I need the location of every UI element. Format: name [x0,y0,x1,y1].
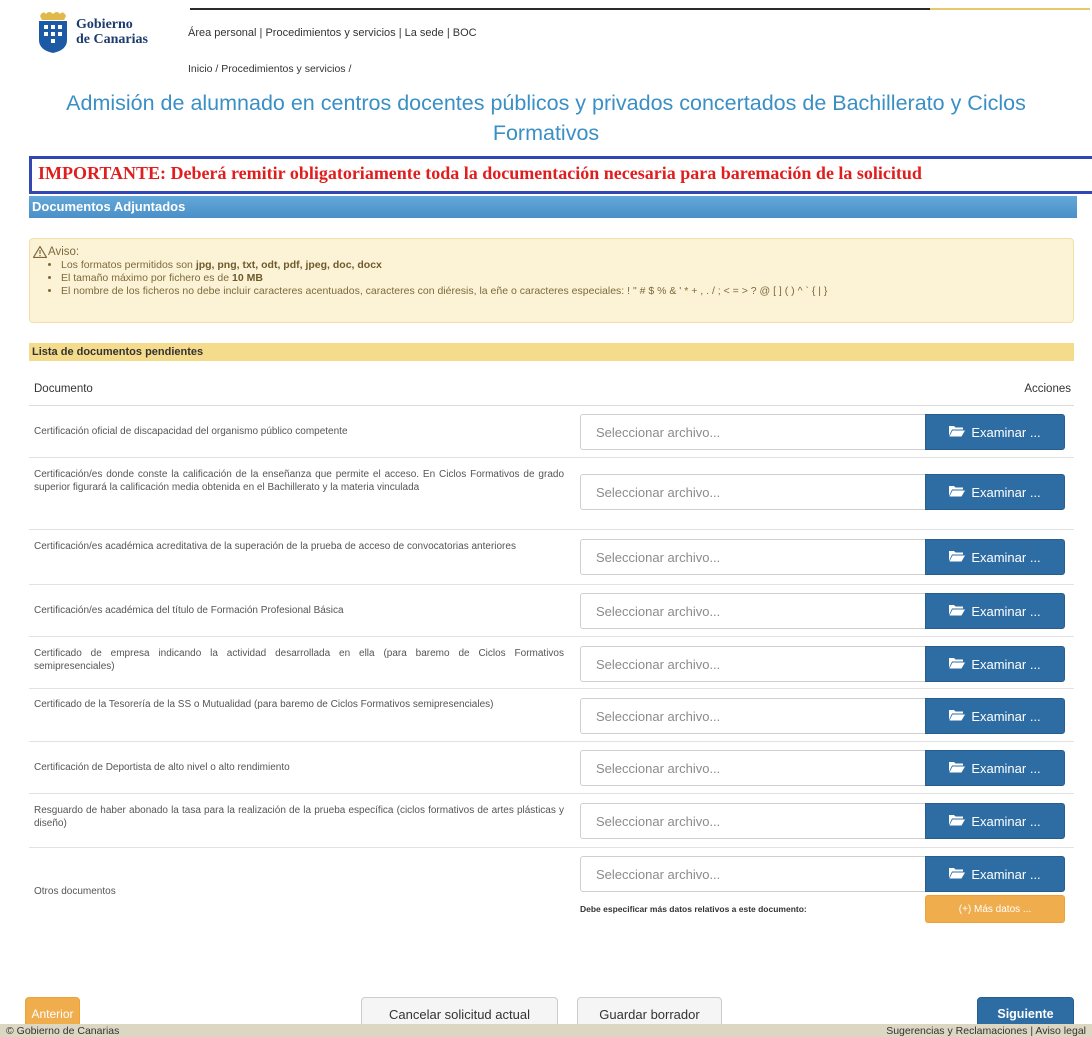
top-navigation[interactable]: Área personal | Procedimientos y servici… [188,27,477,39]
folder-open-icon [949,657,966,672]
browse-label: Examinar ... [971,866,1041,882]
folder-open-icon [949,761,966,776]
brand-text: Gobierno de Canarias [76,17,148,47]
browse-button[interactable]: Examinar ... [925,698,1065,734]
folder-open-icon [949,550,966,565]
warning-icon [32,245,48,259]
document-description: Otros documentos [34,886,116,897]
browse-label: Examinar ... [971,813,1041,829]
document-description: Certificación/es académica del título de… [34,605,344,616]
browse-label: Examinar ... [971,603,1041,619]
table-row: Certificado de la Tesorería de la SS o M… [29,689,1074,742]
file-input[interactable]: Seleccionar archivo... [580,593,926,629]
breadcrumb[interactable]: Inicio / Procedimientos y servicios / [188,63,351,75]
file-input[interactable]: Seleccionar archivo... [580,856,926,892]
brand-line-1: Gobierno [76,17,133,32]
alert-title-text: Aviso: [48,246,80,258]
pending-documents-table: Documento Acciones Certificación oficial… [29,372,1074,938]
browse-button[interactable]: Examinar ... [925,750,1065,786]
alert-item-formats-bold: jpg, png, txt, odt, pdf, jpeg, doc, docx [195,259,382,271]
browse-button[interactable]: Examinar ... [925,539,1065,575]
important-notice: IMPORTANTE: Deberá remitir obligatoriame… [29,156,1092,194]
alert-item-names-text: El nombre de los ficheros no debe inclui… [61,285,828,297]
alert-item-formats: Los formatos permitidos son jpg, png, tx… [61,259,1073,272]
table-row: Resguardo de haber abonado la tasa para … [29,794,1074,848]
brand-line-2: de Canarias [76,32,148,47]
document-description: Certificación oficial de discapacidad de… [34,426,348,437]
documents-section-header: Documentos Adjuntados [29,196,1077,218]
gobierno-logo[interactable]: Gobierno de Canarias [36,10,148,54]
alert-item-size-bold: 10 MB [232,272,263,284]
footer: © Gobierno de Canarias Sugerencias y Rec… [0,1024,1092,1037]
file-input[interactable]: Seleccionar archivo... [580,646,926,682]
folder-open-icon [949,709,966,724]
alert-list: Los formatos permitidos son jpg, png, tx… [61,259,1073,298]
document-description: Certificación/es donde conste la calific… [34,469,564,493]
browse-button[interactable]: Examinar ... [925,646,1065,682]
browse-label: Examinar ... [971,549,1041,565]
file-input[interactable]: Seleccionar archivo... [580,539,926,575]
file-input[interactable]: Seleccionar archivo... [580,803,926,839]
table-row: Certificación/es académica del título de… [29,585,1074,637]
folder-open-icon [949,814,966,829]
browse-button[interactable]: Examinar ... [925,856,1065,892]
column-document: Documento [34,382,93,395]
folder-open-icon [949,425,966,440]
document-description: Resguardo de haber abonado la tasa para … [34,805,564,829]
coat-of-arms-icon [36,10,70,54]
alert-title: Aviso: [32,245,1073,259]
folder-open-icon [949,604,966,619]
document-description: Certificación de Deportista de alto nive… [34,762,290,773]
alert-item-size: El tamaño máximo por fichero es de 10 MB [61,272,1073,285]
page-title: Admisión de alumnado en centros docentes… [66,91,1026,145]
file-input[interactable]: Seleccionar archivo... [580,698,926,734]
warning-alert: Aviso: Los formatos permitidos son jpg, … [29,238,1074,323]
alert-item-names: El nombre de los ficheros no debe inclui… [61,285,1073,298]
alert-item-formats-text: Los formatos permitidos son [61,259,196,271]
folder-open-icon [949,867,966,882]
file-input[interactable]: Seleccionar archivo... [580,474,926,510]
table-row: Certificación/es académica acreditativa … [29,530,1074,585]
table-row: Certificación oficial de discapacidad de… [29,406,1074,458]
browse-button[interactable]: Examinar ... [925,593,1065,629]
file-input[interactable]: Seleccionar archivo... [580,750,926,786]
browse-label: Examinar ... [971,424,1041,440]
browse-label: Examinar ... [971,708,1041,724]
browse-label: Examinar ... [971,760,1041,776]
browse-button[interactable]: Examinar ... [925,803,1065,839]
table-row: Certificación/es donde conste la calific… [29,458,1074,530]
pending-documents-header: Lista de documentos pendientes [29,343,1074,361]
browse-button[interactable]: Examinar ... [925,414,1065,450]
table-row: Certificación de Deportista de alto nive… [29,742,1074,794]
table-header: Documento Acciones [29,372,1074,406]
browse-button[interactable]: Examinar ... [925,474,1065,510]
footer-links[interactable]: Sugerencias y Reclamaciones | Aviso lega… [886,1025,1086,1037]
top-rule-accent [930,8,1090,10]
more-data-label: Debe especificar más datos relativos a e… [580,904,807,914]
browse-label: Examinar ... [971,484,1041,500]
table-row: Certificado de empresa indicando la acti… [29,637,1074,689]
document-description: Certificación/es académica acreditativa … [34,541,516,552]
top-rule [190,8,1090,10]
file-input[interactable]: Seleccionar archivo... [580,414,926,450]
more-data-button[interactable]: (+) Más datos ... [925,895,1065,923]
document-description: Certificado de empresa indicando la acti… [34,648,564,672]
footer-copyright: © Gobierno de Canarias [6,1024,120,1037]
folder-open-icon [949,485,966,500]
browse-label: Examinar ... [971,656,1041,672]
document-description: Certificado de la Tesorería de la SS o M… [34,699,494,710]
alert-item-size-text: El tamaño máximo por fichero es de [61,272,232,284]
table-row: Otros documentos Seleccionar archivo... … [29,848,1074,938]
column-actions: Acciones [1024,382,1071,395]
